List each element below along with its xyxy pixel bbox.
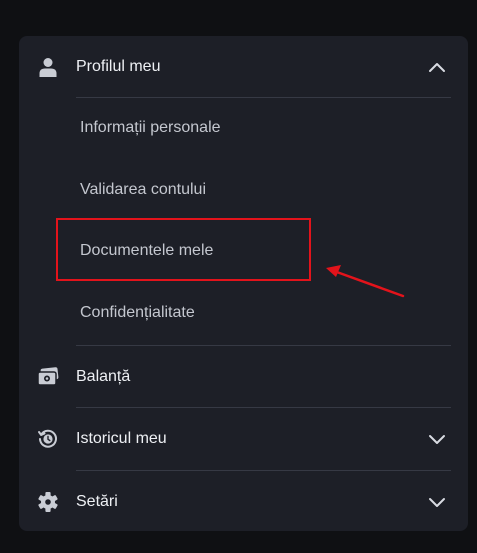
person-icon <box>37 56 59 78</box>
menu-item-balance[interactable]: Balanță <box>19 360 468 394</box>
submenu-item-personal-info[interactable]: Informații personale <box>80 119 221 137</box>
divider <box>76 470 451 471</box>
divider <box>76 97 451 98</box>
menu-item-profile[interactable]: Profilul meu <box>19 50 468 84</box>
menu-item-history-label: Istoricul meu <box>76 430 167 447</box>
divider <box>76 345 451 346</box>
chevron-down-icon[interactable] <box>425 490 449 514</box>
annotation-highlight-box <box>56 218 311 281</box>
menu-item-profile-label: Profilul meu <box>76 58 161 75</box>
menu-item-balance-label: Balanță <box>76 368 131 385</box>
chevron-down-icon[interactable] <box>425 427 449 451</box>
history-icon <box>37 428 59 450</box>
menu-item-settings[interactable]: Setări <box>19 485 468 519</box>
menu-item-settings-label: Setări <box>76 493 118 510</box>
submenu-item-account-validation[interactable]: Validarea contului <box>80 181 206 199</box>
wallet-icon <box>37 366 59 388</box>
chevron-up-icon[interactable] <box>425 55 449 79</box>
submenu-item-privacy[interactable]: Confidențialitate <box>80 304 195 322</box>
gear-icon <box>37 491 59 513</box>
annotation-arrow-icon <box>326 265 405 298</box>
divider <box>76 407 451 408</box>
menu-item-history[interactable]: Istoricul meu <box>19 422 468 456</box>
